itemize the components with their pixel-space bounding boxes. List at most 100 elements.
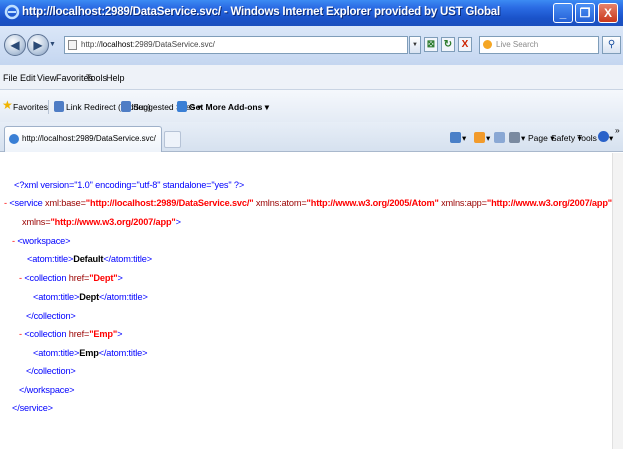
service-open-line-cont: xmlns="http://www.w3.org/2007/app"> xyxy=(22,217,181,227)
feeds-icon[interactable] xyxy=(474,132,485,143)
page-icon xyxy=(68,40,77,50)
workspace-title-line: <atom:title>Default</atom:title> xyxy=(27,254,152,264)
collection-close-bracket: > xyxy=(117,329,123,339)
emp-title-line: <atom:title>Emp</atom:title> xyxy=(33,348,147,358)
service-close-tag: </service> xyxy=(12,403,53,413)
workspace-tag: <workspace> xyxy=(17,236,71,246)
collection-dept-close-line: </collection> xyxy=(26,311,76,321)
collection-tag: <collection xyxy=(24,329,67,339)
window-titlebar: http://localhost:2989/DataService.svc/ -… xyxy=(0,0,623,26)
service-close-line: </service> xyxy=(12,403,53,413)
tab-label: http://localhost:2989/DataService.svc/ xyxy=(22,134,156,143)
xml-base-attr: xml:base= xyxy=(45,198,86,208)
addons-icon xyxy=(177,101,187,112)
xml-base-value: "http://localhost:2989/DataService.svc/" xyxy=(85,198,254,208)
close-button[interactable]: X xyxy=(598,3,618,23)
atom-title-close-tag: </atom:title> xyxy=(99,292,148,302)
search-button[interactable]: ⚲ xyxy=(602,36,621,54)
menu-tools[interactable]: Tools xyxy=(86,73,107,83)
link-page-icon xyxy=(54,101,64,112)
atom-title-close-tag: </atom:title> xyxy=(103,254,152,264)
collection-dept-open-line: - <collection href="Dept"> xyxy=(19,273,123,283)
print-icon[interactable] xyxy=(509,132,520,143)
compatibility-view-icon[interactable]: ⊠ xyxy=(424,37,438,52)
back-button[interactable]: ◀ xyxy=(4,34,26,56)
suggested-sites-icon xyxy=(121,101,131,112)
xml-declaration: <?xml version="1.0" encoding="utf-8" sta… xyxy=(14,180,244,190)
forward-button[interactable]: ▶ xyxy=(27,34,49,56)
new-tab-button[interactable] xyxy=(164,131,181,148)
search-placeholder: Live Search xyxy=(496,40,539,49)
xmlns-atom-value: "http://www.w3.org/2005/Atom" xyxy=(306,198,439,208)
collection-close-bracket: > xyxy=(117,273,123,283)
menu-file[interactable]: File xyxy=(3,73,18,83)
address-toolbar: ◀ ▶ ▼ http://localhost:2989/DataService.… xyxy=(0,26,623,65)
menu-bar: File Edit View Favorites Tools Help xyxy=(0,65,623,90)
service-tag: <service xyxy=(9,198,43,208)
emp-title-text: Emp xyxy=(79,348,99,358)
workspace-close-tag: </workspace> xyxy=(19,385,75,395)
collapse-dept-toggle[interactable]: - xyxy=(19,273,22,283)
xmlns-attr: xmlns= xyxy=(22,217,51,227)
workspace-title-text: Default xyxy=(73,254,104,264)
collapse-emp-toggle[interactable]: - xyxy=(19,329,22,339)
separator xyxy=(48,100,49,114)
vertical-scrollbar[interactable] xyxy=(612,153,623,449)
favorites-button[interactable]: Favorites xyxy=(13,102,48,112)
print-dropdown-icon[interactable]: ▾ xyxy=(521,133,525,144)
search-input[interactable]: Live Search xyxy=(479,36,599,54)
emp-href-value: "Emp" xyxy=(89,329,118,339)
address-dropdown-icon[interactable]: ▼ xyxy=(409,36,421,54)
address-path: :2989/DataService.svc/ xyxy=(132,40,215,49)
tab-bar: http://localhost:2989/DataService.svc/ ▾… xyxy=(0,122,623,152)
collection-tag: <collection xyxy=(24,273,67,283)
collapse-service-toggle[interactable]: - xyxy=(4,198,7,208)
menu-help[interactable]: Help xyxy=(106,73,125,83)
more-commands-chevron-icon[interactable]: » xyxy=(615,125,620,135)
refresh-icon[interactable]: ↻ xyxy=(441,37,455,52)
collection-close-tag: </collection> xyxy=(26,366,76,376)
mail-icon[interactable] xyxy=(494,132,505,143)
favorites-star-icon: ★ xyxy=(2,98,13,112)
collection-close-tag: </collection> xyxy=(26,311,76,321)
atom-title-open-tag: <atom:title> xyxy=(27,254,74,264)
maximize-button[interactable]: ❐ xyxy=(575,3,595,23)
recent-pages-dropdown-icon[interactable]: ▼ xyxy=(49,41,56,48)
collapse-workspace-toggle[interactable]: - xyxy=(12,236,15,246)
atom-title-open-tag: <atom:title> xyxy=(33,348,80,358)
address-input[interactable]: http://localhost:2989/DataService.svc/ xyxy=(64,36,408,54)
href-attr: href= xyxy=(68,329,90,339)
atom-title-close-tag: </atom:title> xyxy=(98,348,148,358)
address-prefix: http:// xyxy=(81,40,102,49)
get-more-addons-button[interactable]: Get More Add-ons ▾ xyxy=(189,102,269,113)
help-icon[interactable] xyxy=(598,131,609,142)
xmlns-app-value: "http://www.w3.org/2007/app" xyxy=(486,198,613,208)
favorites-bar: ★ Favorites Link Redirect (Hidden) Sugge… xyxy=(0,90,623,122)
address-host: localhost xyxy=(101,40,133,49)
xmlns-app-attr: xmlns:app= xyxy=(441,198,487,208)
home-icon[interactable] xyxy=(450,132,461,143)
collection-emp-open-line: - <collection href="Emp"> xyxy=(19,329,122,339)
workspace-close-line: </workspace> xyxy=(19,385,75,395)
dept-title-line: <atom:title>Dept</atom:title> xyxy=(33,292,148,302)
href-attr: href= xyxy=(68,273,90,283)
live-search-icon xyxy=(483,40,492,49)
atom-title-open-tag: <atom:title> xyxy=(33,292,80,302)
menu-view[interactable]: View xyxy=(37,73,56,83)
home-dropdown-icon[interactable]: ▾ xyxy=(462,133,466,144)
menu-edit[interactable]: Edit xyxy=(20,73,36,83)
tab-dataservice[interactable]: http://localhost:2989/DataService.svc/ xyxy=(4,126,162,152)
help-dropdown-icon[interactable]: ▾ xyxy=(609,133,613,144)
xml-document-view: <?xml version="1.0" encoding="utf-8" sta… xyxy=(0,153,612,449)
stop-icon[interactable]: X xyxy=(458,37,472,52)
feeds-dropdown-icon[interactable]: ▾ xyxy=(486,133,490,144)
window-title: http://localhost:2989/DataService.svc/ -… xyxy=(22,6,500,18)
xmlns-value: "http://www.w3.org/2007/app" xyxy=(50,217,176,227)
xmlns-atom-attr: xmlns:atom= xyxy=(255,198,307,208)
minimize-button[interactable]: _ xyxy=(553,3,573,23)
internet-explorer-icon xyxy=(4,4,20,20)
service-open-line: - <service xml:base="http://localhost:29… xyxy=(4,198,612,208)
service-tag-close-bracket: > xyxy=(175,217,181,227)
dept-href-value: "Dept" xyxy=(89,273,118,283)
collection-emp-close-line: </collection> xyxy=(26,366,76,376)
